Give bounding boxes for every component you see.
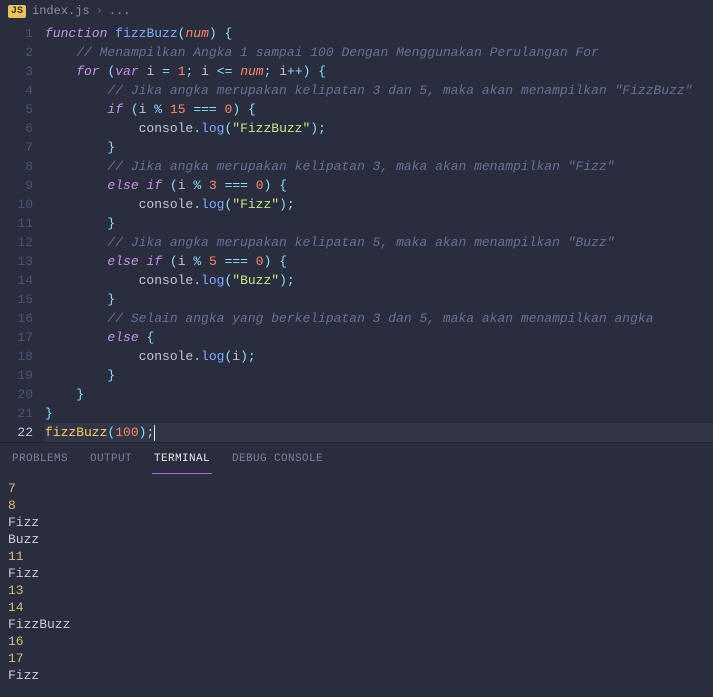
chevron-right-icon: ›	[96, 4, 103, 18]
terminal-line: Fizz	[8, 667, 705, 684]
code-line[interactable]: // Jika angka merupakan kelipatan 5, mak…	[45, 233, 713, 252]
terminal-line: 16	[8, 633, 705, 650]
code-line[interactable]: fizzBuzz(100);	[45, 423, 713, 442]
code-line[interactable]: console.log(i);	[45, 347, 713, 366]
code-line[interactable]: else if (i % 3 === 0) {	[45, 176, 713, 195]
code-line[interactable]: console.log("Buzz");	[45, 271, 713, 290]
code-line[interactable]: // Jika angka merupakan kelipatan 3 dan …	[45, 81, 713, 100]
breadcrumb-ellipsis[interactable]: ...	[109, 4, 131, 18]
terminal-line: 14	[8, 599, 705, 616]
code-line[interactable]: // Menampilkan Angka 1 sampai 100 Dengan…	[45, 43, 713, 62]
js-file-icon: JS	[8, 5, 26, 18]
code-editor[interactable]: 1 2 3 4 5 6 7 8 9 10 11 12 13 14 15 16 1…	[0, 22, 713, 442]
breadcrumb[interactable]: JS index.js › ...	[0, 0, 713, 22]
terminal-line: Fizz	[8, 514, 705, 531]
terminal-line: 8	[8, 497, 705, 514]
terminal-line: FizzBuzz	[8, 616, 705, 633]
code-line[interactable]: }	[45, 366, 713, 385]
code-line[interactable]: function fizzBuzz(num) {	[45, 24, 713, 43]
breadcrumb-filename[interactable]: index.js	[32, 4, 90, 18]
terminal-line: 11	[8, 548, 705, 565]
code-line[interactable]: if (i % 15 === 0) {	[45, 100, 713, 119]
code-line[interactable]: }	[45, 385, 713, 404]
tab-output[interactable]: OUTPUT	[88, 451, 134, 474]
tab-terminal[interactable]: TERMINAL	[152, 451, 212, 474]
panel-tabs: PROBLEMS OUTPUT TERMINAL DEBUG CONSOLE	[0, 443, 713, 474]
code-line[interactable]: for (var i = 1; i <= num; i++) {	[45, 62, 713, 81]
code-line[interactable]: else if (i % 5 === 0) {	[45, 252, 713, 271]
code-area[interactable]: function fizzBuzz(num) { // Menampilkan …	[45, 22, 713, 442]
terminal-line: 17	[8, 650, 705, 667]
code-line[interactable]: // Jika angka merupakan kelipatan 3, mak…	[45, 157, 713, 176]
bottom-panel: PROBLEMS OUTPUT TERMINAL DEBUG CONSOLE 7…	[0, 442, 713, 697]
code-line[interactable]: }	[45, 214, 713, 233]
code-line[interactable]: }	[45, 404, 713, 423]
terminal-line: Buzz	[8, 531, 705, 548]
code-line[interactable]: else {	[45, 328, 713, 347]
text-cursor	[154, 425, 155, 441]
code-line[interactable]: // Selain angka yang berkelipatan 3 dan …	[45, 309, 713, 328]
terminal-line: 13	[8, 582, 705, 599]
terminal-output[interactable]: 78FizzBuzz11Fizz1314FizzBuzz1617Fizz	[0, 474, 713, 688]
line-number-gutter: 1 2 3 4 5 6 7 8 9 10 11 12 13 14 15 16 1…	[0, 22, 45, 442]
code-line[interactable]: console.log("FizzBuzz");	[45, 119, 713, 138]
code-line[interactable]: }	[45, 290, 713, 309]
tab-debug-console[interactable]: DEBUG CONSOLE	[230, 451, 325, 474]
code-line[interactable]: console.log("Fizz");	[45, 195, 713, 214]
tab-problems[interactable]: PROBLEMS	[10, 451, 70, 474]
terminal-line: Fizz	[8, 565, 705, 582]
terminal-line: 7	[8, 480, 705, 497]
code-line[interactable]: }	[45, 138, 713, 157]
